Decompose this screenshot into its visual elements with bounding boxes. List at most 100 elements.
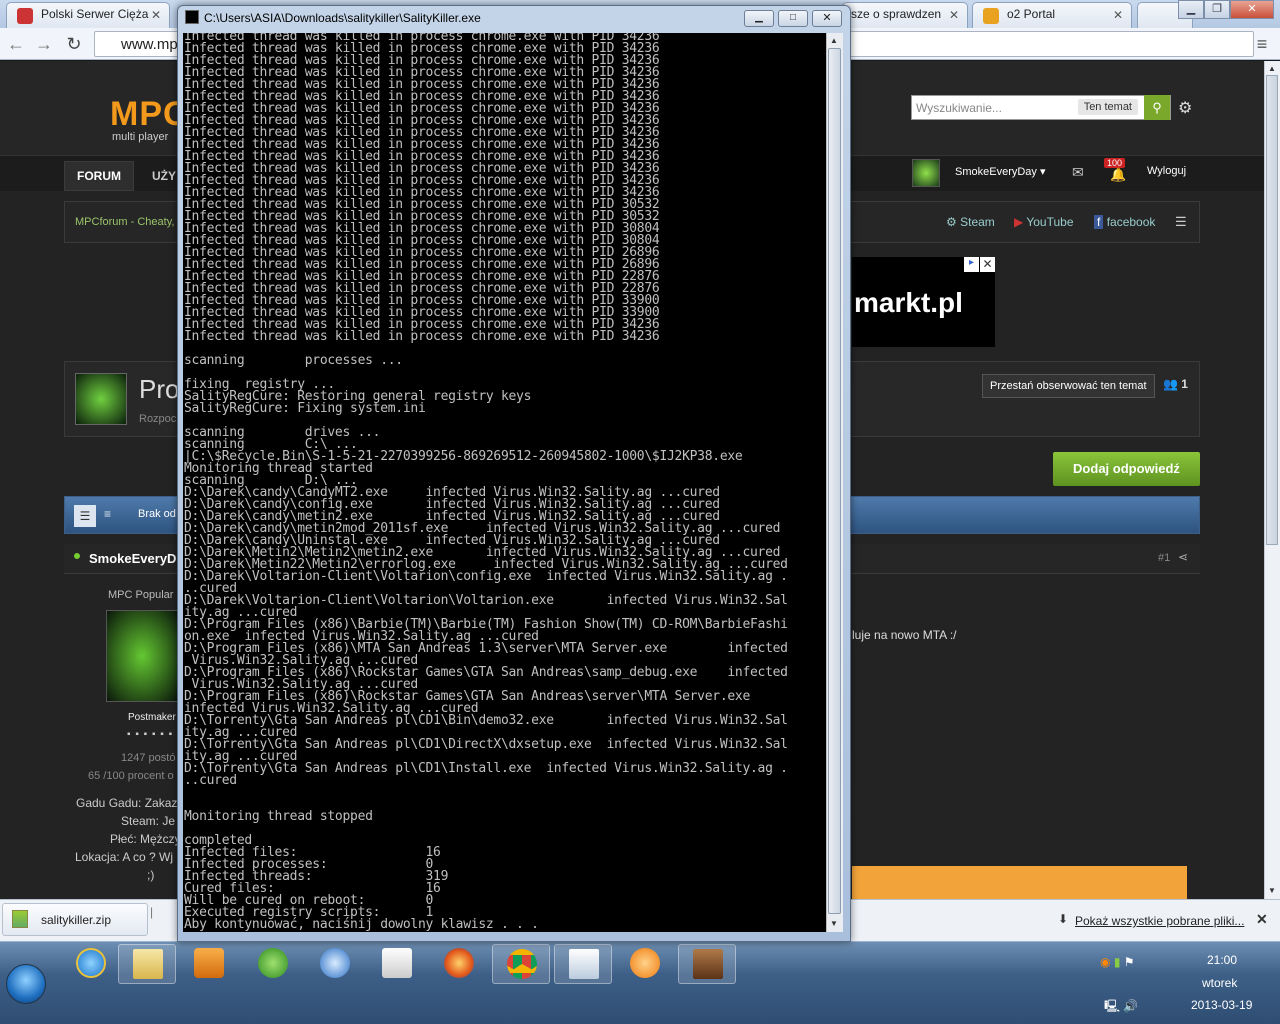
author-gadu-gadu: Gadu Gadu: Zakaz xyxy=(76,796,178,810)
console-line: D:\Torrenty\Gta San Andreas pl\CD1\Insta… xyxy=(184,761,788,776)
forward-icon[interactable]: → xyxy=(32,32,56,56)
user-menu[interactable]: SmokeEveryDay ▾ xyxy=(955,165,1046,178)
steam-label: Steam xyxy=(960,215,995,229)
author-post-count: 1247 postó xyxy=(121,752,176,764)
author-location-cont: ;) xyxy=(147,868,155,882)
explorer-icon[interactable] xyxy=(118,944,176,984)
browser-window-controls: ▁ ❐ ✕ xyxy=(1178,0,1274,20)
avast-icon[interactable] xyxy=(616,944,674,984)
tab-label: sze o sprawdzen xyxy=(851,7,942,21)
post-author[interactable]: SmokeEveryD xyxy=(89,551,176,566)
console-output[interactable]: Infected thread was killed in process ch… xyxy=(183,33,826,932)
close-icon[interactable]: ✕ xyxy=(812,10,842,27)
window-icon[interactable] xyxy=(554,944,612,984)
flag-icon[interactable]: ⚑ xyxy=(1124,955,1135,969)
restore-icon[interactable]: ❐ xyxy=(1204,0,1230,19)
clock-time[interactable]: 21:00 xyxy=(1207,953,1237,967)
author-avatar[interactable] xyxy=(106,610,178,702)
calendar-321-icon[interactable] xyxy=(368,944,426,984)
add-reply-button[interactable]: Dodaj odpowiedź xyxy=(1053,452,1200,486)
facebook-label: facebook xyxy=(1106,215,1156,229)
unfollow-button[interactable]: Przestań obserwować ten temat xyxy=(982,374,1155,398)
logout-link[interactable]: Wyloguj xyxy=(1147,165,1186,177)
view-compact-icon[interactable]: ≡ xyxy=(104,507,111,521)
post-toolbar-text: Brak od xyxy=(138,508,176,520)
minimize-icon[interactable]: ▁ xyxy=(1178,0,1204,19)
show-all-downloads-link[interactable]: Pokaż wszystkie pobrane pliki... xyxy=(1075,914,1244,928)
ad-close-icon[interactable]: ✕ xyxy=(980,257,995,272)
post-number[interactable]: #1 xyxy=(1158,552,1170,564)
page-scrollbar-thumb[interactable] xyxy=(1266,75,1278,545)
site-logo-sub: multi player xyxy=(112,131,169,143)
utorrent-icon[interactable] xyxy=(244,944,302,984)
minimize-icon[interactable]: ▁ xyxy=(744,10,774,27)
clock-date[interactable]: 2013-03-19 xyxy=(1191,998,1252,1012)
console-line: D:\Darek\Voltarion-Client\Voltarion\conf… xyxy=(184,569,788,584)
search-input[interactable]: Wyszukiwanie... xyxy=(916,101,1002,115)
console-title: C:\Users\ASIA\Downloads\salitykiller\Sal… xyxy=(204,11,481,25)
back-icon[interactable]: ← xyxy=(4,32,28,56)
console-scrollbar-thumb[interactable] xyxy=(828,48,841,914)
tab-polski-serwer[interactable]: Polski Serwer Cięża ✕ xyxy=(6,2,170,28)
user-name: SmokeEveryDay xyxy=(955,166,1037,178)
chrome-icon[interactable] xyxy=(492,944,550,984)
author-rank: MPC Popular U xyxy=(108,589,185,601)
start-button[interactable] xyxy=(6,964,46,1004)
close-icon[interactable]: ✕ xyxy=(1256,911,1268,928)
facebook-link[interactable]: f facebook xyxy=(1094,215,1155,229)
volume-icon[interactable]: 🔊 xyxy=(1123,999,1138,1013)
clock-day[interactable]: wtorek xyxy=(1202,976,1237,990)
maximize-icon[interactable]: □ xyxy=(778,10,808,27)
youtube-link[interactable]: ▶ YouTube xyxy=(1014,215,1074,229)
scroll-up-icon[interactable]: ▲ xyxy=(830,36,838,45)
chevron-down-icon: ▾ xyxy=(1039,166,1046,178)
scroll-down-icon[interactable]: ▼ xyxy=(830,919,838,928)
author-group: Postmaker xyxy=(128,712,176,723)
close-tab-icon[interactable]: ✕ xyxy=(151,8,161,22)
avast-tray-icon[interactable]: ◉ xyxy=(1100,955,1110,969)
followers-count[interactable]: 👥 1 xyxy=(1163,377,1188,391)
network-tray-icon[interactable]: ▮ xyxy=(1114,955,1121,969)
game-icon[interactable] xyxy=(678,944,736,984)
author-percent: 65 /100 procent o xyxy=(88,770,174,782)
breadcrumb[interactable]: MPCforum - Cheaty, xyxy=(75,216,174,228)
flash-icon[interactable] xyxy=(306,944,364,984)
topic-author-avatar[interactable] xyxy=(75,373,127,425)
console-line: Aby kontynuować, naciśnij dowolny klawis… xyxy=(184,917,539,932)
search-scope[interactable]: Ten temat xyxy=(1077,99,1138,115)
download-filename[interactable]: salitykiller.zip xyxy=(41,913,111,927)
tab-users[interactable]: UŻY xyxy=(152,169,176,183)
tab-sprawdzenie[interactable]: sze o sprawdzen ✕ xyxy=(842,2,968,28)
steam-icon: ⚙ xyxy=(946,215,957,229)
view-list-icon[interactable]: ☰ xyxy=(74,505,96,527)
avatar[interactable] xyxy=(912,159,940,187)
console-icon xyxy=(185,10,199,24)
console-line: ..cured xyxy=(184,773,237,788)
media-player-icon[interactable] xyxy=(180,944,238,984)
scroll-down-icon[interactable]: ▼ xyxy=(1268,886,1276,895)
mail-icon[interactable]: ✉ xyxy=(1072,164,1084,181)
search-icon[interactable]: ⚲ xyxy=(1144,95,1170,120)
firefox-icon[interactable] xyxy=(430,944,488,984)
list-icon[interactable]: ☰ xyxy=(1175,214,1187,230)
tab-o2-portal[interactable]: o2 Portal ✕ xyxy=(972,2,1132,28)
close-icon[interactable]: ✕ xyxy=(1230,0,1274,19)
tab-forum[interactable]: FORUM xyxy=(64,161,134,191)
share-icon[interactable]: ⋖ xyxy=(1178,550,1188,564)
steam-link[interactable]: ⚙ Steam xyxy=(946,215,995,229)
ie-icon[interactable] xyxy=(62,944,120,984)
console-line: Infected thread was killed in process ch… xyxy=(184,329,660,344)
monitor-icon[interactable]: 🖳 xyxy=(1104,999,1120,1013)
scroll-up-icon[interactable]: ▲ xyxy=(1268,64,1276,73)
close-tab-icon[interactable]: ✕ xyxy=(949,8,959,22)
close-tab-icon[interactable]: ✕ xyxy=(1113,8,1123,22)
bell-icon[interactable]: 🔔 xyxy=(1110,167,1126,183)
gear-icon[interactable]: ⚙ xyxy=(1178,98,1192,118)
tray-icons-lower[interactable]: 🖳 🔊 xyxy=(1104,997,1138,1018)
reload-icon[interactable]: ↻ xyxy=(62,32,86,56)
ad-info-icon[interactable]: ▸ xyxy=(964,257,979,272)
ad-text[interactable]: markt.pl xyxy=(854,287,963,319)
tray-icons[interactable]: ◉ ▮ ⚑ xyxy=(1100,955,1135,969)
